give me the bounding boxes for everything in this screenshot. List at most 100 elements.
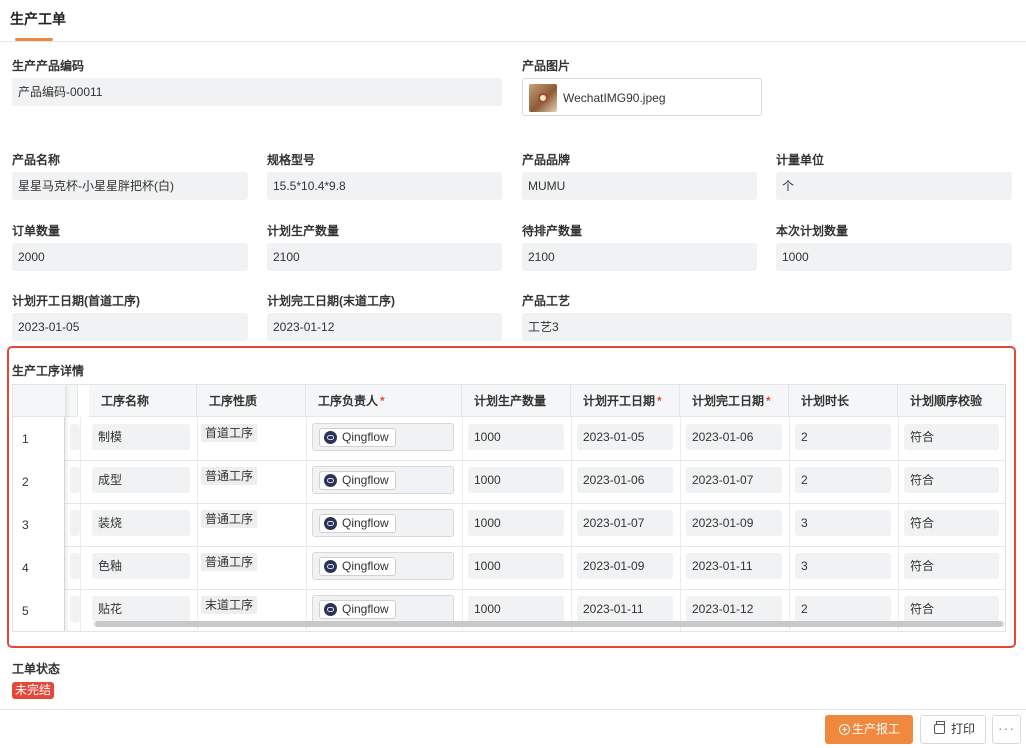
product-image-label: 产品图片 (522, 59, 571, 73)
check-cell[interactable]: 符合 (904, 553, 999, 579)
more-button[interactable]: ··· (992, 715, 1021, 744)
col-header-check[interactable]: 计划顺序校验 (898, 385, 1005, 417)
avatar-icon (324, 517, 337, 530)
craft-label: 产品工艺 (522, 294, 571, 308)
start-date-cell[interactable]: 2023-01-09 (577, 553, 673, 579)
duration-cell[interactable]: 3 (795, 553, 891, 579)
owner-field[interactable]: Qingflow (312, 595, 454, 623)
this-plan-qty-label: 本次计划数量 (776, 224, 849, 238)
row-number: 2 (22, 475, 29, 489)
member-chip[interactable]: Qingflow (319, 428, 396, 447)
duration-cell[interactable]: 2 (795, 467, 891, 493)
check-cell[interactable]: 符合 (904, 596, 999, 622)
process-name-cell[interactable]: 成型 (92, 467, 190, 493)
qty-cell[interactable]: 1000 (468, 596, 564, 622)
process-name-cell[interactable]: 贴花 (92, 596, 190, 622)
duration-cell[interactable]: 2 (795, 596, 891, 622)
spec-field[interactable]: 15.5*10.4*9.8 (267, 172, 502, 200)
avatar-icon (324, 603, 337, 616)
owner-field[interactable]: Qingflow (312, 509, 454, 537)
image-file-name: WechatIMG90.jpeg (563, 91, 666, 105)
plan-start-field[interactable]: 2023-01-05 (12, 313, 248, 341)
owner-field[interactable]: Qingflow (312, 423, 454, 451)
avatar-icon (324, 431, 337, 444)
process-nature-tag: 普通工序 (201, 553, 258, 571)
member-chip[interactable]: Qingflow (319, 514, 396, 533)
required-mark: * (380, 394, 385, 408)
end-date-cell[interactable]: 2023-01-06 (686, 424, 782, 450)
col-header-end[interactable]: 计划完工日期 * (680, 385, 789, 417)
end-date-cell[interactable]: 2023-01-11 (686, 553, 782, 579)
start-date-cell[interactable]: 2023-01-11 (577, 596, 673, 622)
tab-production-order[interactable]: 生产工单 (10, 9, 66, 29)
product-code-field[interactable]: 产品编码-00011 (12, 78, 502, 106)
active-tab-indicator (15, 38, 53, 41)
owner-field[interactable]: Qingflow (312, 466, 454, 494)
horizontal-scrollbar[interactable] (93, 621, 1005, 627)
required-mark: * (766, 394, 771, 408)
start-date-cell[interactable]: 2023-01-06 (577, 467, 673, 493)
required-mark: * (657, 394, 662, 408)
plan-end-label: 计划完工日期(末道工序) (267, 294, 395, 308)
process-nature-tag: 末道工序 (201, 596, 258, 614)
qty-cell[interactable]: 1000 (468, 424, 564, 450)
qty-cell[interactable]: 1000 (468, 467, 564, 493)
this-plan-qty-field[interactable]: 1000 (776, 243, 1012, 271)
col-header-duration[interactable]: 计划时长 (789, 385, 898, 417)
process-name-cell[interactable]: 装烧 (92, 510, 190, 536)
planned-qty-field[interactable]: 2100 (267, 243, 502, 271)
row-number-column: 1 2 3 4 5 (13, 385, 65, 631)
row-number: 3 (22, 518, 29, 532)
unit-field[interactable]: 个 (776, 172, 1012, 200)
process-name-cell[interactable]: 制模 (92, 424, 190, 450)
process-name-cell[interactable]: 色釉 (92, 553, 190, 579)
print-button[interactable]: 打印 (920, 715, 986, 744)
col-header-name[interactable]: 工序名称 (89, 385, 197, 417)
qty-cell[interactable]: 1000 (468, 553, 564, 579)
member-chip[interactable]: Qingflow (319, 600, 396, 619)
process-nature-tag: 普通工序 (201, 510, 258, 528)
member-chip[interactable]: Qingflow (319, 471, 396, 490)
member-chip[interactable]: Qingflow (319, 557, 396, 576)
process-table: 工序名称 工序性质 工序负责人 * 计划生产数量 计划开工日期 * 计划完工日期 * … (12, 384, 1006, 632)
planned-qty-label: 计划生产数量 (267, 224, 340, 238)
scrollbar-thumb[interactable] (95, 621, 1003, 627)
product-name-label: 产品名称 (12, 153, 61, 167)
end-date-cell[interactable]: 2023-01-07 (686, 467, 782, 493)
process-detail-title: 生产工序详情 (12, 364, 85, 378)
col-header-start[interactable]: 计划开工日期 * (571, 385, 680, 417)
status-badge: 未完结 (12, 682, 55, 699)
craft-field[interactable]: 工艺3 (522, 313, 1012, 341)
avatar-icon (324, 560, 337, 573)
tab-bar: 生产工单 (0, 0, 1026, 42)
plan-end-field[interactable]: 2023-01-12 (267, 313, 502, 341)
check-cell[interactable]: 符合 (904, 510, 999, 536)
duration-cell[interactable]: 2 (795, 424, 891, 450)
owner-field[interactable]: Qingflow (312, 552, 454, 580)
process-nature-tag: 首道工序 (201, 424, 258, 442)
start-date-cell[interactable]: 2023-01-07 (577, 510, 673, 536)
row-number: 1 (22, 432, 29, 446)
check-cell[interactable]: 符合 (904, 467, 999, 493)
qty-cell[interactable]: 1000 (468, 510, 564, 536)
unit-label: 计量单位 (776, 153, 825, 167)
product-thumbnail[interactable] (529, 84, 557, 112)
end-date-cell[interactable]: 2023-01-12 (686, 596, 782, 622)
product-image-attachment[interactable]: WechatIMG90.jpeg (522, 78, 762, 116)
duration-cell[interactable]: 3 (795, 510, 891, 536)
check-cell[interactable]: 符合 (904, 424, 999, 450)
brand-label: 产品品牌 (522, 153, 571, 167)
pending-qty-field[interactable]: 2100 (522, 243, 757, 271)
production-report-button[interactable]: 生产报工 (825, 715, 913, 744)
row-number: 5 (22, 604, 29, 618)
col-header-nature[interactable]: 工序性质 (197, 385, 306, 417)
col-header-qty[interactable]: 计划生产数量 (462, 385, 571, 417)
start-date-cell[interactable]: 2023-01-05 (577, 424, 673, 450)
process-nature-tag: 普通工序 (201, 467, 258, 485)
end-date-cell[interactable]: 2023-01-09 (686, 510, 782, 536)
product-name-field[interactable]: 星星马克杯-小星星胖把杯(白) (12, 172, 248, 200)
order-qty-field[interactable]: 2000 (12, 243, 248, 271)
pending-qty-label: 待排产数量 (522, 224, 583, 238)
brand-field[interactable]: MUMU (522, 172, 757, 200)
col-header-owner[interactable]: 工序负责人 * (306, 385, 462, 417)
